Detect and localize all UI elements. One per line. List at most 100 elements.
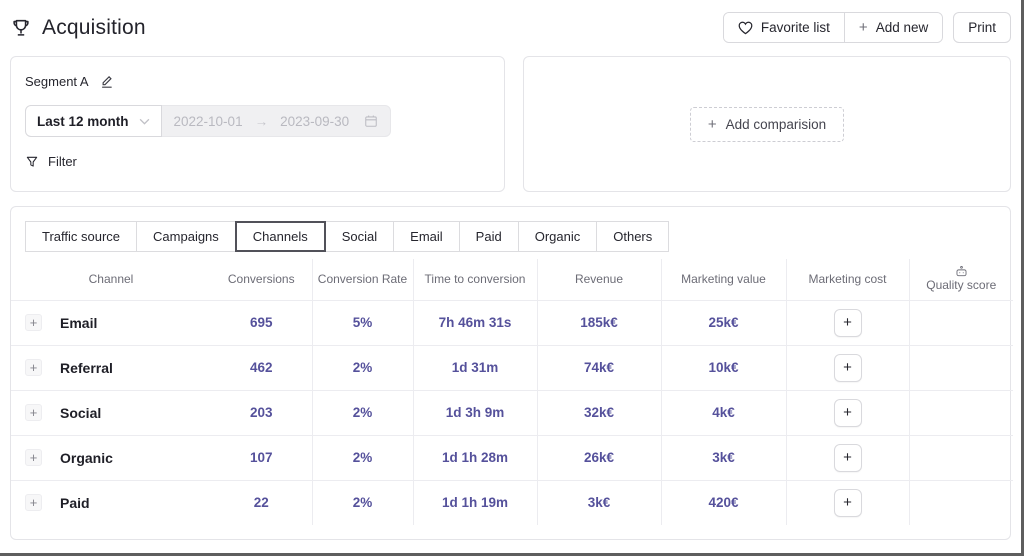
channel-name: Email bbox=[60, 314, 98, 331]
quality-score-cell bbox=[908, 435, 1013, 481]
date-range-control: Last 12 month 2022-10-01 → 2023-09-30 bbox=[25, 105, 391, 137]
date-range-display[interactable]: 2022-10-01 → 2023-09-30 bbox=[161, 105, 391, 137]
plus-icon: + bbox=[707, 115, 717, 133]
column-header-marketing-cost: Marketing cost bbox=[785, 259, 909, 301]
add-comparison-button[interactable]: + Add comparision bbox=[689, 106, 845, 142]
column-header-channel: Channel bbox=[11, 259, 211, 301]
header-button-group: Favorite list + Add new bbox=[722, 12, 944, 43]
channel-name: Social bbox=[60, 404, 102, 421]
column-header-quality-score: Quality score bbox=[908, 259, 1013, 301]
conversions-value: 22 bbox=[253, 495, 269, 511]
filter-funnel-icon bbox=[25, 155, 39, 169]
add-marketing-cost-button[interactable]: + bbox=[833, 353, 862, 382]
table-row: + Social 203 2% 1d 3h 9m 32k€ 4k€ + bbox=[11, 390, 1013, 436]
page-title-wrap: Acquisition bbox=[10, 16, 146, 40]
revenue-value: 185k€ bbox=[536, 300, 661, 346]
channel-name: Referral bbox=[60, 359, 113, 376]
tab-campaigns[interactable]: Campaigns bbox=[136, 221, 236, 252]
segment-panel: Segment A Last 12 month 2022-10-01 → 202… bbox=[10, 56, 505, 192]
revenue-value: 32k€ bbox=[536, 390, 661, 436]
time-to-conversion-value: 7h 46m 31s bbox=[412, 300, 537, 346]
conversions-value: 107 bbox=[211, 435, 312, 481]
chevron-down-icon bbox=[139, 118, 150, 125]
table-body: + Email 695 5% 7h 46m 31s 185k€ 25k€ + +… bbox=[11, 300, 1013, 525]
robot-icon bbox=[955, 266, 968, 277]
column-header-revenue: Revenue bbox=[536, 259, 661, 301]
quality-score-cell bbox=[908, 345, 1013, 391]
marketing-value-value: 3k€ bbox=[660, 435, 786, 481]
app-window: Acquisition Favorite list + Add new Prin… bbox=[0, 0, 1024, 556]
revenue-value: 3k€ bbox=[536, 480, 661, 525]
expand-row-button[interactable]: + bbox=[25, 359, 42, 376]
edit-pencil-icon[interactable] bbox=[100, 74, 115, 89]
time-to-conversion-value: 1d 3h 9m bbox=[412, 390, 537, 436]
time-to-conversion-value: 1d 31m bbox=[412, 345, 537, 391]
table-row: + Email 695 5% 7h 46m 31s 185k€ 25k€ + bbox=[11, 300, 1013, 346]
filter-button[interactable]: Filter bbox=[25, 154, 77, 169]
page-title: Acquisition bbox=[42, 15, 146, 39]
comparison-panel: + Add comparision bbox=[523, 56, 1011, 192]
date-start: 2022-10-01 bbox=[173, 113, 243, 129]
tab-paid[interactable]: Paid bbox=[458, 221, 519, 252]
tab-social[interactable]: Social bbox=[324, 221, 395, 252]
conversion-rate-value: 2% bbox=[311, 480, 413, 525]
conversion-rate-value: 5% bbox=[311, 300, 413, 346]
tabs: Traffic source Campaigns Channels Social Ema… bbox=[25, 221, 996, 252]
trophy-icon bbox=[10, 17, 32, 39]
segment-label: Segment A bbox=[25, 74, 89, 89]
conversions-value: 203 bbox=[211, 390, 312, 436]
column-header-conversion-rate: Conversion Rate bbox=[311, 259, 413, 301]
heart-icon bbox=[738, 21, 753, 35]
marketing-value-value: 420€ bbox=[660, 480, 786, 525]
table-row: + Referral 462 2% 1d 31m 74k€ 10k€ + bbox=[11, 345, 1013, 391]
channel-name: Paid bbox=[60, 494, 90, 511]
channel-name: Organic bbox=[60, 449, 113, 466]
tab-others[interactable]: Others bbox=[596, 221, 670, 252]
quality-score-cell bbox=[908, 300, 1013, 346]
marketing-value-value: 10k€ bbox=[660, 345, 786, 391]
conversions-value: 695 bbox=[211, 300, 312, 346]
marketing-value-value: 25k€ bbox=[660, 300, 786, 346]
calendar-icon bbox=[364, 114, 378, 128]
date-end: 2023-09-30 bbox=[280, 113, 350, 129]
header-actions: Favorite list + Add new Print bbox=[722, 12, 1011, 43]
add-marketing-cost-button[interactable]: + bbox=[833, 398, 862, 427]
conversion-rate-value: 2% bbox=[311, 345, 413, 391]
table-row: + Organic 107 2% 1d 1h 28m 26k€ 3k€ + bbox=[11, 435, 1013, 481]
tab-organic[interactable]: Organic bbox=[517, 221, 598, 252]
plus-icon: + bbox=[858, 19, 868, 36]
favorite-list-button[interactable]: Favorite list bbox=[723, 13, 844, 42]
expand-row-button[interactable]: + bbox=[25, 494, 42, 512]
tab-traffic-source[interactable]: Traffic source bbox=[25, 221, 138, 252]
table-row: + Paid 22 2% 1d 1h 19m 3k€ 420€ + bbox=[11, 480, 1013, 525]
expand-row-button[interactable]: + bbox=[25, 449, 42, 466]
arrow-right-icon: → bbox=[254, 113, 269, 129]
quality-score-cell bbox=[908, 390, 1013, 436]
conversion-rate-value: 2% bbox=[311, 435, 413, 481]
channels-table: Channel Conversions Conversion Rate Time to… bbox=[11, 259, 1013, 525]
time-to-conversion-value: 1d 1h 19m bbox=[412, 480, 537, 525]
revenue-value: 26k€ bbox=[536, 435, 661, 481]
expand-row-button[interactable]: + bbox=[25, 314, 42, 331]
conversions-value: 462 bbox=[211, 345, 312, 391]
table-header-row: Channel Conversions Conversion Rate Time to… bbox=[11, 259, 1013, 301]
report-panel: Traffic source Campaigns Channels Social Ema… bbox=[10, 206, 1013, 540]
add-new-button[interactable]: + Add new bbox=[843, 13, 943, 42]
marketing-value-value: 4k€ bbox=[660, 390, 786, 436]
column-header-marketing-value: Marketing value bbox=[660, 259, 786, 301]
expand-row-button[interactable]: + bbox=[25, 404, 42, 421]
tab-channels[interactable]: Channels bbox=[234, 221, 326, 252]
add-marketing-cost-button[interactable]: + bbox=[833, 488, 862, 517]
quality-score-cell bbox=[908, 480, 1013, 525]
add-marketing-cost-button[interactable]: + bbox=[833, 443, 862, 472]
top-bar: Acquisition Favorite list + Add new Prin… bbox=[0, 0, 1021, 43]
filter-panels: Segment A Last 12 month 2022-10-01 → 202… bbox=[10, 56, 1011, 192]
conversion-rate-value: 2% bbox=[311, 390, 413, 436]
add-marketing-cost-button[interactable]: + bbox=[833, 308, 862, 337]
revenue-value: 74k€ bbox=[536, 345, 661, 391]
time-to-conversion-value: 1d 1h 28m bbox=[412, 435, 537, 481]
tab-email[interactable]: Email bbox=[393, 221, 460, 252]
period-select[interactable]: Last 12 month bbox=[25, 105, 162, 137]
column-header-time-to-conversion: Time to conversion bbox=[412, 259, 537, 301]
print-button[interactable]: Print bbox=[953, 12, 1011, 43]
